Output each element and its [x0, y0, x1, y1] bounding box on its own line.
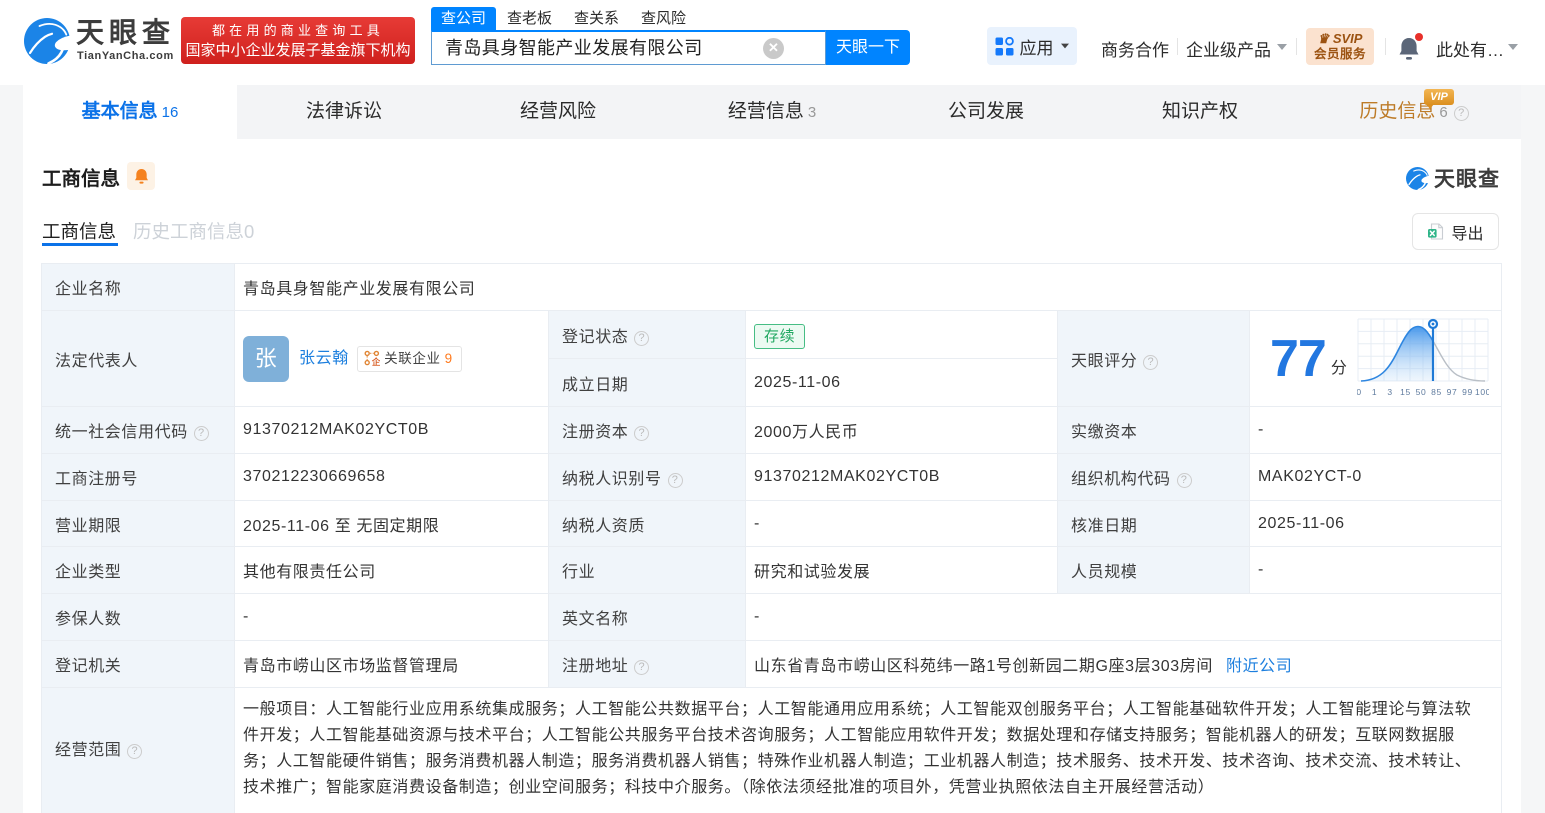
svg-text:1: 1 — [1372, 387, 1377, 397]
svg-text:85: 85 — [1432, 387, 1443, 397]
svg-text:企: 企 — [371, 357, 380, 366]
svg-text:50: 50 — [1416, 387, 1427, 397]
svg-text:100: 100 — [1475, 387, 1489, 397]
svg-text:0: 0 — [1357, 387, 1362, 397]
svg-text:3: 3 — [1388, 387, 1393, 397]
svg-text:15: 15 — [1401, 387, 1412, 397]
svg-text:99: 99 — [1463, 387, 1474, 397]
svg-text:97: 97 — [1447, 387, 1458, 397]
